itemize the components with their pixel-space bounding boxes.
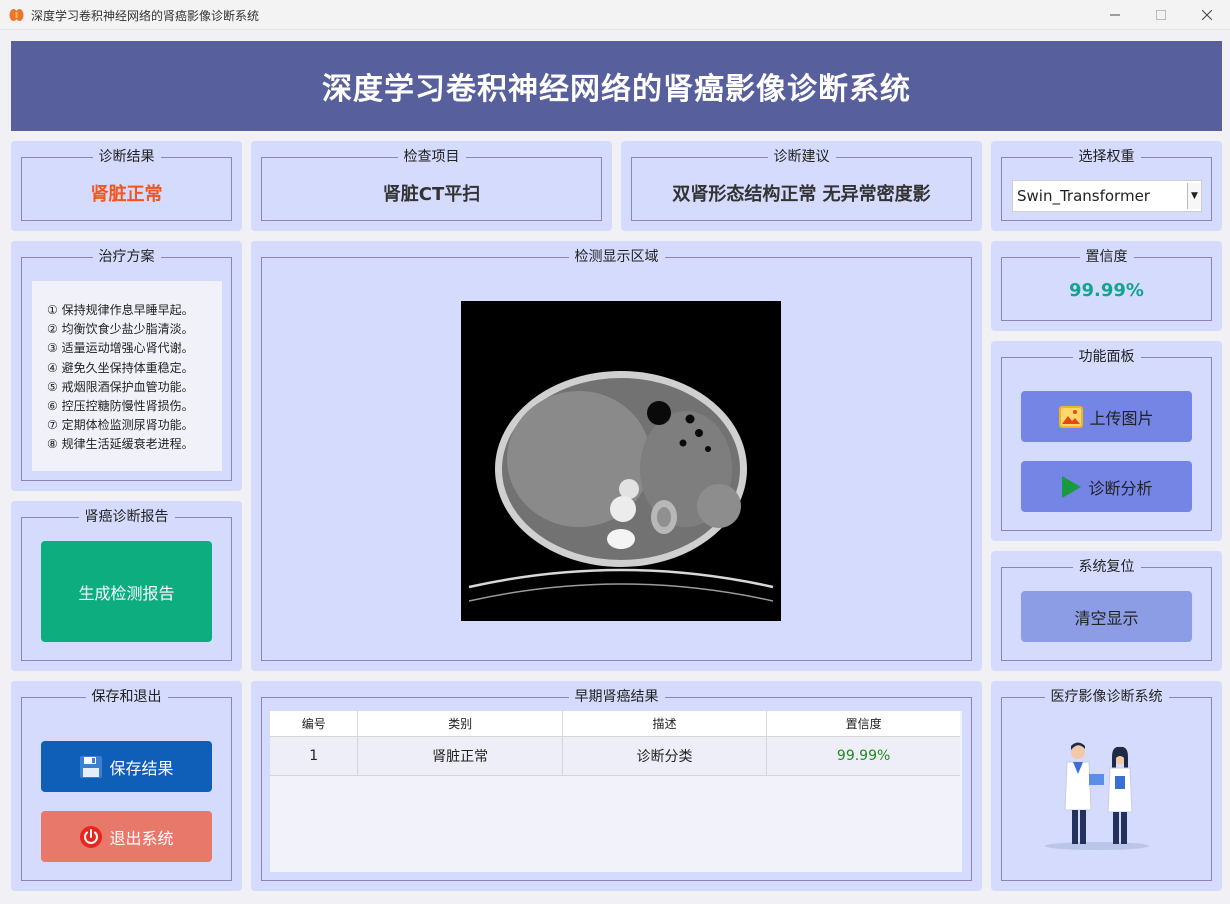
maximize-icon (1156, 10, 1166, 20)
confidence-group: 置信度 99.99% (1001, 249, 1212, 321)
upload-image-label: 上传图片 (1089, 408, 1154, 428)
branding-title: 医疗影像诊断系统 (1044, 689, 1169, 705)
table-row[interactable]: 1 肾脏正常 诊断分类 99.99% (270, 735, 960, 776)
results-panel: 早期肾癌结果 编号 类别 描述 置信度 1 肾脏正常 诊断分类 99.99% (251, 681, 982, 891)
exam-panel: 检查项目 肾脏CT平扫 (251, 141, 612, 231)
title-bar: 深度学习卷积神经网络的肾癌影像诊断系统 (0, 0, 1230, 30)
page-title: 深度学习卷积神经网络的肾癌影像诊断系统 (11, 41, 1222, 131)
report-title: 肾癌诊断报告 (78, 509, 175, 525)
kidney-icon (9, 9, 24, 21)
diagnose-analysis-button[interactable]: 诊断分析 (1021, 461, 1192, 512)
cell-description[interactable]: 诊断分类 (562, 735, 768, 776)
results-table-container[interactable]: 编号 类别 描述 置信度 1 肾脏正常 诊断分类 99.99% (270, 711, 962, 872)
chevron-down-icon[interactable]: ▼ (1187, 183, 1201, 209)
save-exit-group: 保存和退出 保存结果 退出系统 (21, 689, 232, 881)
display-group: 检测显示区域 (261, 249, 972, 661)
treatment-item: ⑧ 规律生活延缓衰老进程。 (47, 437, 194, 452)
weights-title: 选择权重 (1072, 149, 1141, 165)
advice-value: 双肾形态结构正常 无异常密度影 (672, 184, 931, 205)
weights-selected-value: Swin_Transformer (1017, 187, 1150, 205)
result-value: 肾脏正常 (90, 184, 163, 205)
weights-select[interactable]: Swin_Transformer ▼ (1012, 180, 1202, 212)
column-header-category[interactable]: 类别 (357, 711, 563, 736)
reset-panel: 系统复位 清空显示 (991, 551, 1222, 671)
function-group: 功能面板 上传图片 诊断分析 (1001, 349, 1212, 531)
advice-panel: 诊断建议 双肾形态结构正常 无异常密度影 (621, 141, 982, 231)
report-panel: 肾癌诊断报告 生成检测报告 (11, 501, 242, 671)
treatment-item: ⑦ 定期体检监测尿肾功能。 (47, 418, 194, 433)
branding-group: 医疗影像诊断系统 (1001, 689, 1212, 881)
diagnose-analysis-label: 诊断分析 (1088, 478, 1153, 498)
treatment-title: 治疗方案 (92, 249, 161, 265)
treatment-item: ③ 适量运动增强心肾代谢。 (47, 341, 194, 356)
minimize-button[interactable] (1092, 0, 1138, 30)
treatment-item: ④ 避免久坐保持体重稳定。 (47, 360, 194, 375)
clear-display-label: 清空显示 (1074, 608, 1139, 628)
result-group: 诊断结果 肾脏正常 (21, 149, 232, 221)
upload-image-button[interactable]: 上传图片 (1021, 391, 1192, 442)
report-group: 肾癌诊断报告 生成检测报告 (21, 509, 232, 661)
exam-title: 检查项目 (397, 149, 466, 165)
column-header-id[interactable]: 编号 (270, 711, 359, 736)
generate-report-button[interactable]: 生成检测报告 (41, 541, 212, 642)
advice-title: 诊断建议 (767, 149, 836, 165)
save-exit-panel: 保存和退出 保存结果 退出系统 (11, 681, 242, 891)
advice-group: 诊断建议 双肾形态结构正常 无异常密度影 (631, 149, 972, 221)
save-results-button[interactable]: 保存结果 (41, 741, 212, 792)
function-panel: 功能面板 上传图片 诊断分析 (991, 341, 1222, 541)
doctors-illustration (1045, 742, 1149, 850)
clear-display-button[interactable]: 清空显示 (1021, 591, 1192, 642)
exit-system-label: 退出系统 (109, 828, 174, 848)
function-title: 功能面板 (1072, 349, 1141, 365)
save-results-label: 保存结果 (109, 758, 174, 778)
confidence-title: 置信度 (1079, 249, 1134, 265)
treatment-list: ① 保持规律作息早睡早起。 ② 均衡饮食少盐少脂清淡。 ③ 适量运动增强心肾代谢… (32, 281, 222, 471)
power-icon (79, 825, 103, 849)
confidence-panel: 置信度 99.99% (991, 241, 1222, 331)
save-exit-title: 保存和退出 (85, 689, 168, 705)
cell-category[interactable]: 肾脏正常 (357, 735, 563, 776)
exam-group: 检查项目 肾脏CT平扫 (261, 149, 602, 221)
column-header-confidence[interactable]: 置信度 (766, 711, 960, 736)
results-table[interactable]: 编号 类别 描述 置信度 1 肾脏正常 诊断分类 99.99% (270, 711, 960, 776)
reset-title: 系统复位 (1072, 559, 1141, 575)
result-title: 诊断结果 (92, 149, 161, 165)
minimize-icon (1110, 14, 1120, 16)
table-header-row: 编号 类别 描述 置信度 (270, 711, 960, 736)
confidence-value: 99.99% (1069, 280, 1144, 301)
main-area: 深度学习卷积神经网络的肾癌影像诊断系统 诊断结果 肾脏正常 检查项目 肾脏CT平… (0, 30, 1230, 904)
reset-group: 系统复位 清空显示 (1001, 559, 1212, 661)
floppy-disk-icon (79, 755, 103, 779)
weights-panel: 选择权重 Swin_Transformer ▼ (991, 141, 1222, 231)
ct-scan-image (461, 301, 781, 621)
treatment-group: 治疗方案 ① 保持规律作息早睡早起。 ② 均衡饮食少盐少脂清淡。 ③ 适量运动增… (21, 249, 232, 481)
result-panel: 诊断结果 肾脏正常 (11, 141, 242, 231)
results-title: 早期肾癌结果 (568, 689, 665, 705)
exam-value: 肾脏CT平扫 (382, 184, 481, 205)
treatment-item: ⑥ 控压控糖防慢性肾损伤。 (47, 399, 194, 414)
image-icon (1059, 405, 1084, 428)
window-title: 深度学习卷积神经网络的肾癌影像诊断系统 (31, 9, 260, 23)
cell-id[interactable]: 1 (270, 735, 359, 776)
exit-system-button[interactable]: 退出系统 (41, 811, 212, 862)
treatment-item: ② 均衡饮食少盐少脂清淡。 (47, 322, 194, 337)
generate-report-label: 生成检测报告 (78, 583, 175, 603)
branding-panel: 医疗影像诊断系统 (991, 681, 1222, 891)
treatment-panel: 治疗方案 ① 保持规律作息早睡早起。 ② 均衡饮食少盐少脂清淡。 ③ 适量运动增… (11, 241, 242, 491)
close-button[interactable] (1184, 0, 1230, 30)
weights-group: 选择权重 Swin_Transformer ▼ (1001, 149, 1212, 221)
maximize-button[interactable] (1138, 0, 1184, 30)
display-panel: 检测显示区域 (251, 241, 982, 671)
results-group: 早期肾癌结果 编号 类别 描述 置信度 1 肾脏正常 诊断分类 99.99% (261, 689, 972, 881)
column-header-description[interactable]: 描述 (562, 711, 768, 736)
treatment-item: ⑤ 戒烟限酒保护血管功能。 (47, 379, 194, 394)
cell-confidence[interactable]: 99.99% (766, 735, 960, 776)
treatment-item: ① 保持规律作息早睡早起。 (47, 303, 194, 317)
close-icon (1202, 10, 1212, 20)
display-title: 检测显示区域 (568, 249, 665, 265)
play-icon (1060, 475, 1082, 499)
